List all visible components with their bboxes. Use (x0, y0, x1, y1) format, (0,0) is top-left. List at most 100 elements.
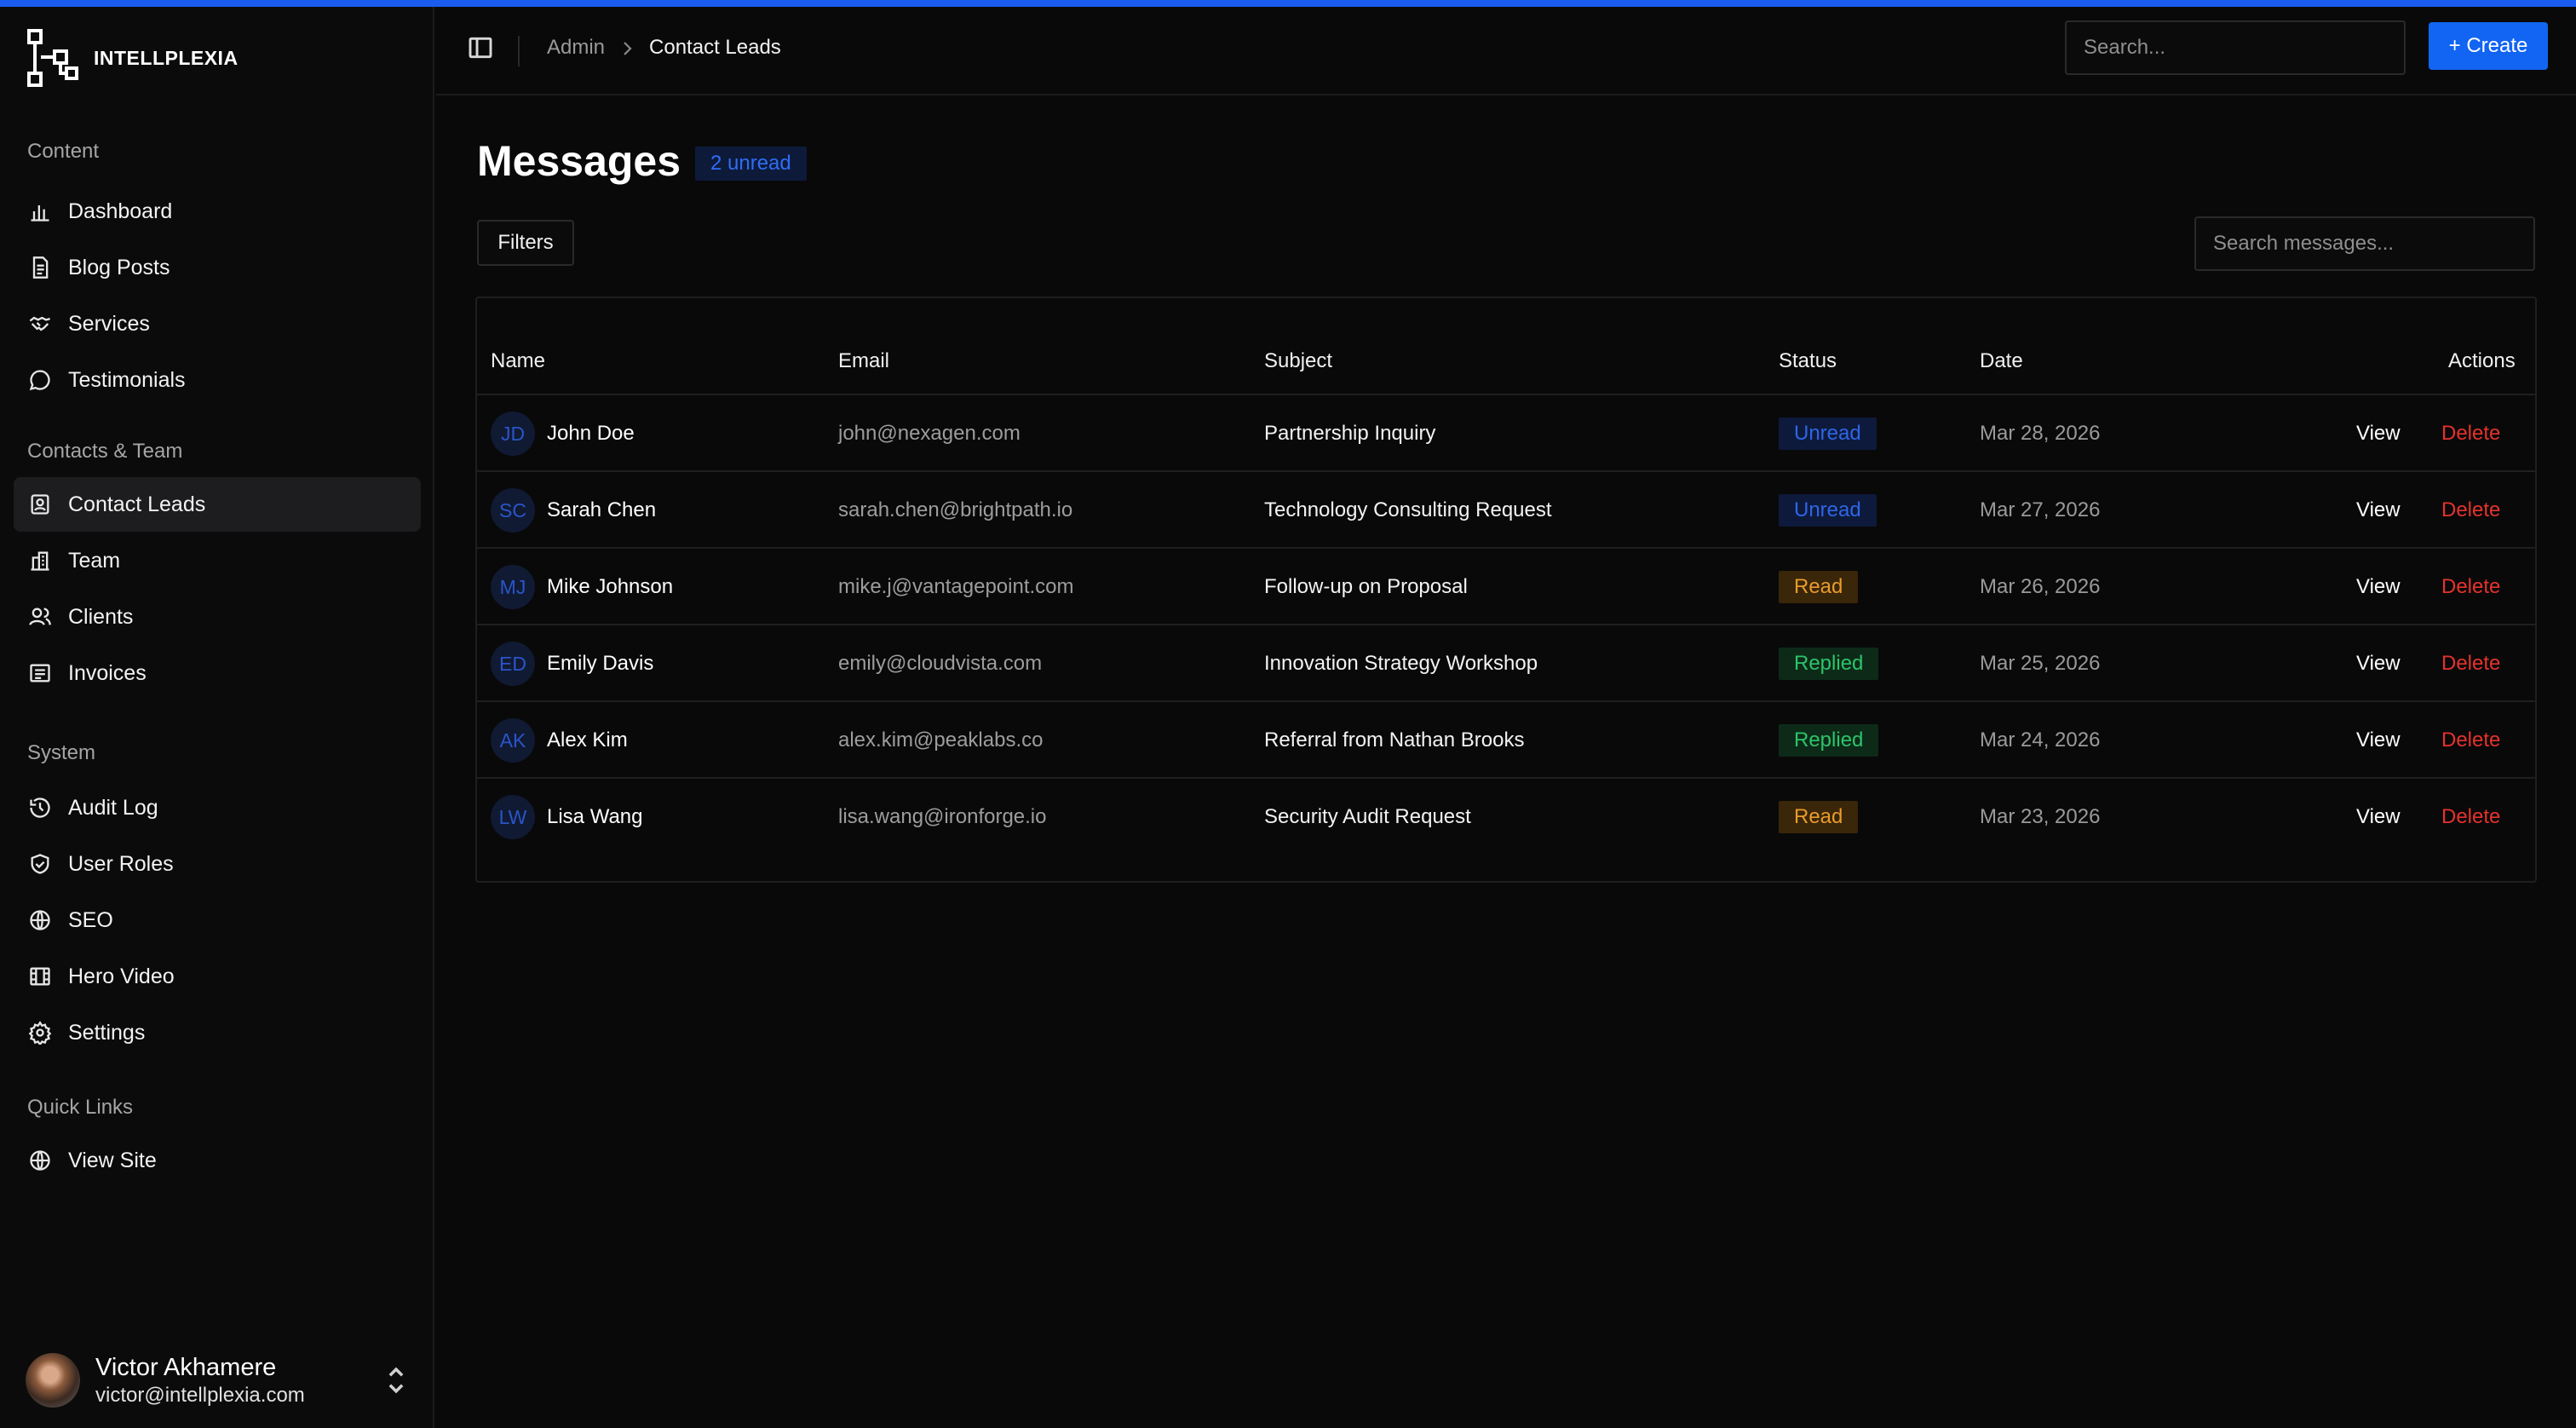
sidebar-item-settings[interactable]: Settings (14, 1005, 421, 1060)
avatar: SC (491, 488, 535, 533)
contact-email: alex.kim@peaklabs.co (838, 728, 1044, 751)
view-button[interactable]: View (2356, 625, 2401, 702)
delete-button[interactable]: Delete (2441, 549, 2500, 625)
avatar: AK (491, 718, 535, 763)
users-icon (27, 604, 53, 630)
top-accent-bar (0, 0, 2576, 7)
contact-name: Mike Johnson (547, 575, 674, 598)
delete-button[interactable]: Delete (2441, 395, 2500, 472)
view-button[interactable]: View (2356, 395, 2401, 472)
delete-button[interactable]: Delete (2441, 625, 2500, 702)
message-subject: Technology Consulting Request (1264, 498, 1552, 521)
sidebar-item-invoices[interactable]: Invoices (14, 646, 421, 700)
message-subject: Innovation Strategy Workshop (1264, 652, 1538, 675)
contact-card-icon (27, 492, 53, 517)
create-button[interactable]: + Create (2429, 22, 2548, 70)
sidebar-item-services[interactable]: Services (14, 297, 421, 351)
table-row[interactable]: SC Sarah Chen sarah.chen@brightpath.io T… (477, 472, 2535, 549)
sidebar-item-team[interactable]: Team (14, 533, 421, 588)
column-header-actions: Actions (2448, 349, 2516, 372)
bar-chart-icon (27, 199, 53, 224)
delete-button[interactable]: Delete (2441, 702, 2500, 779)
sidebar-item-seo[interactable]: SEO (14, 893, 421, 947)
section-title-system: System (27, 741, 96, 764)
sidebar-item-audit-log[interactable]: Audit Log (14, 780, 421, 835)
table-row[interactable]: JD John Doe john@nexagen.com Partnership… (477, 395, 2535, 472)
avatar: JD (491, 412, 535, 456)
filters-button[interactable]: Filters (477, 220, 574, 266)
top-header: Admin Contact Leads + Create (436, 7, 2576, 95)
chevrons-up-down-icon[interactable] (383, 1363, 409, 1397)
delete-button[interactable]: Delete (2441, 779, 2500, 855)
breadcrumb-current: Contact Leads (649, 36, 781, 59)
view-button[interactable]: View (2356, 472, 2401, 549)
table-row[interactable]: ED Emily Davis emily@cloudvista.com Inno… (477, 625, 2535, 702)
sidebar-item-label: Settings (68, 1020, 146, 1045)
name-cell: SC Sarah Chen (491, 472, 656, 549)
brand-logo-icon (27, 29, 78, 87)
message-date: Mar 23, 2026 (1980, 805, 2101, 828)
sidebar-item-user-roles[interactable]: User Roles (14, 837, 421, 891)
sidebar-item-label: Hero Video (68, 964, 175, 988)
sidebar-item-label: Blog Posts (68, 255, 170, 279)
message-date: Mar 24, 2026 (1980, 728, 2101, 751)
contact-email: lisa.wang@ironforge.io (838, 805, 1047, 828)
table-row[interactable]: AK Alex Kim alex.kim@peaklabs.co Referra… (477, 702, 2535, 779)
column-header-date: Date (1980, 349, 2023, 372)
sidebar-item-blog-posts[interactable]: Blog Posts (14, 240, 421, 295)
history-icon (27, 795, 53, 821)
status-cell: Read (1779, 779, 1859, 855)
brand-name: INTELLPLEXIA (94, 46, 239, 69)
sidebar-item-view-site[interactable]: View Site (14, 1133, 421, 1188)
message-circle-icon (27, 367, 53, 393)
sidebar-item-label: Invoices (68, 660, 147, 685)
contact-name: Sarah Chen (547, 498, 657, 521)
contact-name: Alex Kim (547, 728, 628, 751)
sidebar-item-label: Services (68, 311, 150, 336)
message-subject: Referral from Nathan Brooks (1264, 728, 1525, 751)
column-header-subject: Subject (1264, 349, 1333, 372)
contact-name: Emily Davis (547, 652, 654, 675)
status-badge: Replied (1779, 648, 1879, 680)
sidebar-toggle-icon[interactable] (467, 34, 494, 61)
breadcrumb: Admin Contact Leads (547, 36, 781, 60)
status-badge: Replied (1779, 724, 1879, 757)
avatar: ED (491, 642, 535, 686)
user-menu[interactable]: Victor Akhamere victor@intellplexia.com (26, 1346, 409, 1414)
view-button[interactable]: View (2356, 549, 2401, 625)
table-row[interactable]: MJ Mike Johnson mike.j@vantagepoint.com … (477, 549, 2535, 625)
section-title-quick-links: Quick Links (27, 1096, 134, 1119)
sidebar-item-contact-leads[interactable]: Contact Leads (14, 477, 421, 532)
sidebar-item-testimonials[interactable]: Testimonials (14, 353, 421, 407)
sidebar-item-label: Dashboard (68, 199, 173, 223)
sidebar-item-clients[interactable]: Clients (14, 590, 421, 644)
view-button[interactable]: View (2356, 702, 2401, 779)
user-email: victor@intellplexia.com (95, 1383, 305, 1407)
sidebar-item-label: Team (68, 548, 121, 573)
delete-button[interactable]: Delete (2441, 472, 2500, 549)
table-row[interactable]: LW Lisa Wang lisa.wang@ironforge.io Secu… (477, 779, 2535, 855)
section-title-contacts-team: Contacts & Team (27, 440, 183, 463)
messages-table: Name Email Subject Status Date Actions J… (475, 297, 2537, 883)
sidebar-item-label: View Site (68, 1148, 157, 1172)
receipt-icon (27, 660, 53, 686)
name-cell: MJ Mike Johnson (491, 549, 673, 625)
status-cell: Replied (1779, 702, 1879, 779)
sidebar-item-label: Contact Leads (68, 492, 206, 516)
sidebar-item-label: SEO (68, 907, 113, 932)
film-icon (27, 964, 53, 989)
sidebar-item-label: Audit Log (68, 795, 158, 820)
sidebar-item-dashboard[interactable]: Dashboard (14, 184, 421, 239)
search-messages-input[interactable] (2194, 216, 2535, 271)
status-cell: Unread (1779, 472, 1877, 549)
breadcrumb-admin[interactable]: Admin (547, 36, 605, 60)
message-date: Mar 25, 2026 (1980, 652, 2101, 675)
brand[interactable]: INTELLPLEXIA (26, 24, 239, 92)
gear-icon (27, 1020, 53, 1045)
view-button[interactable]: View (2356, 779, 2401, 855)
global-search-input[interactable] (2065, 20, 2406, 75)
sidebar: INTELLPLEXIA Content Dashboard Blog Post… (0, 7, 434, 1428)
message-subject: Partnership Inquiry (1264, 422, 1436, 445)
sidebar-item-hero-video[interactable]: Hero Video (14, 949, 421, 1004)
name-cell: AK Alex Kim (491, 702, 628, 779)
